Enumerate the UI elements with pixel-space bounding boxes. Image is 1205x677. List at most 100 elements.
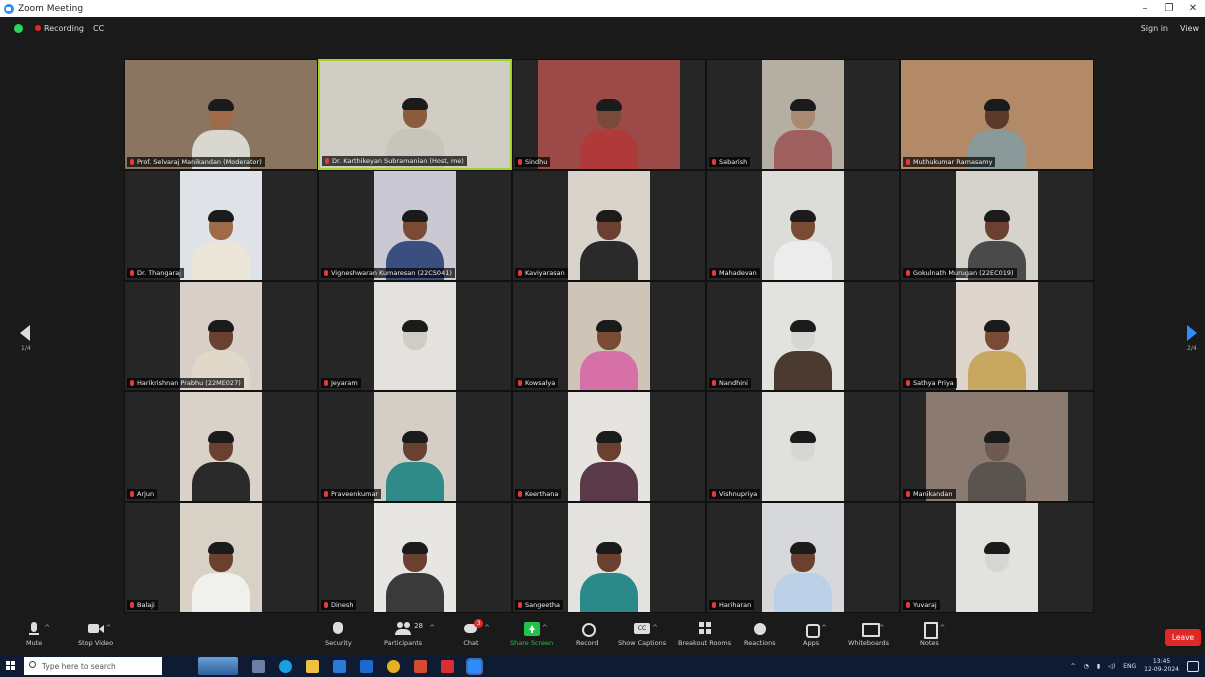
title-bar: Zoom Meeting – ❐ ✕	[0, 0, 1205, 17]
notifications-icon[interactable]	[1187, 660, 1199, 672]
chrome-browser-icon[interactable]	[387, 659, 400, 673]
network-icon[interactable]: ◔	[1084, 663, 1089, 670]
task-view-icon[interactable]	[252, 659, 265, 673]
participant-tile[interactable]: Sabarish	[706, 59, 900, 170]
powerpoint-icon[interactable]	[414, 659, 427, 673]
battery-icon[interactable]: ▮	[1097, 663, 1100, 670]
view-menu[interactable]: View	[1180, 24, 1199, 33]
apps-options-chevron-icon[interactable]: ^	[821, 624, 827, 632]
whiteboards-options-chevron-icon[interactable]: ^	[879, 624, 885, 632]
next-page-number: 2/4	[1187, 345, 1197, 352]
file-explorer-icon[interactable]	[306, 659, 319, 673]
notes-button[interactable]: ^ Notes	[920, 622, 945, 647]
participant-tile[interactable]: Mahadevan	[706, 169, 900, 281]
participant-tile[interactable]: Vishnupriya	[706, 391, 900, 503]
video-options-chevron-icon[interactable]: ^	[106, 624, 112, 632]
stop-video-button[interactable]: ^ Stop Video	[78, 622, 113, 647]
participant-silhouette	[968, 541, 1026, 612]
mute-button[interactable]: ^ Mute	[26, 622, 50, 647]
pdf-reader-icon[interactable]	[441, 659, 454, 673]
participant-video	[762, 60, 844, 169]
muted-mic-icon	[324, 491, 328, 498]
participant-name: Sindhu	[525, 157, 548, 166]
participant-tile[interactable]: Vigneshwaran Kumaresan (22CS041)	[318, 169, 512, 281]
participant-tile[interactable]: Sindhu	[512, 59, 706, 170]
close-icon[interactable]: ✕	[1181, 3, 1205, 14]
reactions-button[interactable]: Reactions	[744, 622, 776, 647]
whiteboards-label: Whiteboards	[848, 639, 890, 647]
participant-tile[interactable]: Arjun	[124, 391, 318, 503]
mail-icon[interactable]	[360, 659, 373, 673]
participant-tile[interactable]: Manikandan	[900, 391, 1094, 503]
taskbar-search-input[interactable]: Type here to search	[24, 657, 162, 675]
participant-tile[interactable]: Yuvaraj	[900, 502, 1094, 613]
cc-indicator[interactable]: CC	[93, 24, 104, 33]
microsoft-store-icon[interactable]	[333, 659, 346, 673]
share-screen-button[interactable]: ^ Share Screen	[510, 622, 553, 647]
chat-button[interactable]: 3 ^ Chat	[463, 619, 490, 647]
participant-tile[interactable]: Muthukumar Ramasamy	[900, 59, 1094, 170]
participant-silhouette	[774, 320, 832, 391]
security-button[interactable]: Security	[325, 622, 352, 647]
participant-name: Dr. Karthikeyan Subramanian (Host, me)	[332, 156, 464, 165]
breakout-rooms-button[interactable]: Breakout Rooms	[678, 622, 731, 647]
previous-page-arrow-icon[interactable]	[20, 325, 30, 341]
leave-button[interactable]: Leave	[1165, 629, 1201, 646]
encryption-shield-icon[interactable]	[14, 23, 23, 33]
muted-mic-icon	[324, 601, 328, 608]
captions-options-chevron-icon[interactable]: ^	[652, 624, 658, 632]
sign-in-link[interactable]: Sign in	[1141, 24, 1168, 33]
tray-chevron-icon[interactable]: ^	[1071, 663, 1076, 670]
participant-tile[interactable]: Praveenkumar	[318, 391, 512, 503]
participant-tile[interactable]: Prof. Selvaraj Manikandan (Moderator)	[124, 59, 318, 170]
participant-name-label: Manikandan	[903, 489, 956, 500]
participant-tile[interactable]: Gokulnath Murugan (22EC019)	[900, 169, 1094, 281]
participant-silhouette	[968, 431, 1026, 502]
participant-tile[interactable]: Jeyaram	[318, 280, 512, 392]
zoom-taskbar-icon[interactable]	[466, 657, 483, 675]
mute-options-chevron-icon[interactable]: ^	[44, 624, 50, 632]
participants-button[interactable]: 28 ^ Participants	[384, 622, 435, 647]
participant-tile[interactable]: Sangeetha	[512, 502, 706, 613]
participant-tile[interactable]: Keerthana	[512, 391, 706, 503]
show-captions-button[interactable]: ^ Show Captions	[618, 622, 666, 647]
participant-name: Balaji	[137, 600, 155, 609]
next-page-arrow-icon[interactable]	[1187, 325, 1197, 341]
participant-name-label: Hariharan	[709, 599, 755, 610]
windows-start-icon[interactable]	[6, 661, 16, 671]
participant-tile[interactable]: Balaji	[124, 502, 318, 613]
apps-button[interactable]: ^ Apps	[803, 622, 827, 647]
participant-silhouette	[774, 98, 832, 169]
muted-mic-icon	[518, 380, 522, 387]
participant-tile[interactable]: Hariharan	[706, 502, 900, 613]
participant-tile[interactable]: Harikrishnan Prabhu (22ME027)	[124, 280, 318, 392]
language-indicator[interactable]: ENG	[1123, 663, 1136, 670]
participant-name: Keerthana	[525, 490, 559, 499]
recording-status[interactable]: Recording	[44, 24, 84, 33]
volume-icon[interactable]: ◁)	[1108, 663, 1115, 670]
notes-options-chevron-icon[interactable]: ^	[940, 624, 946, 632]
chat-options-chevron-icon[interactable]: ^	[484, 624, 490, 632]
participant-tile[interactable]: Dr. Karthikeyan Subramanian (Host, me)	[318, 59, 512, 170]
participant-tile[interactable]: Dinesh	[318, 502, 512, 613]
participant-tile[interactable]: Nandhini	[706, 280, 900, 392]
weather-widget-icon[interactable]	[198, 657, 238, 675]
participant-name-label: Praveenkumar	[321, 489, 382, 500]
participant-name-label: Arjun	[127, 489, 158, 500]
participant-video	[180, 392, 262, 502]
record-button[interactable]: Record	[576, 622, 598, 647]
share-options-chevron-icon[interactable]: ^	[542, 624, 548, 632]
edge-browser-icon[interactable]	[279, 659, 292, 673]
participant-tile[interactable]: Kaviyarasan	[512, 169, 706, 281]
minimize-icon[interactable]: –	[1133, 3, 1157, 14]
participant-tile[interactable]: Kowsalya	[512, 280, 706, 392]
show-captions-label: Show Captions	[618, 639, 667, 647]
participants-options-chevron-icon[interactable]: ^	[429, 624, 435, 632]
participant-tile[interactable]: Dr. Thangaraj	[124, 169, 318, 281]
whiteboards-button[interactable]: ^ Whiteboards	[848, 622, 889, 647]
participant-video	[926, 392, 1068, 502]
participant-tile[interactable]: Sathya Priya	[900, 280, 1094, 392]
maximize-icon[interactable]: ❐	[1157, 3, 1181, 14]
taskbar-clock[interactable]: 13:45 12-09-2024	[1144, 658, 1179, 674]
chat-unread-badge: 3	[474, 619, 483, 628]
